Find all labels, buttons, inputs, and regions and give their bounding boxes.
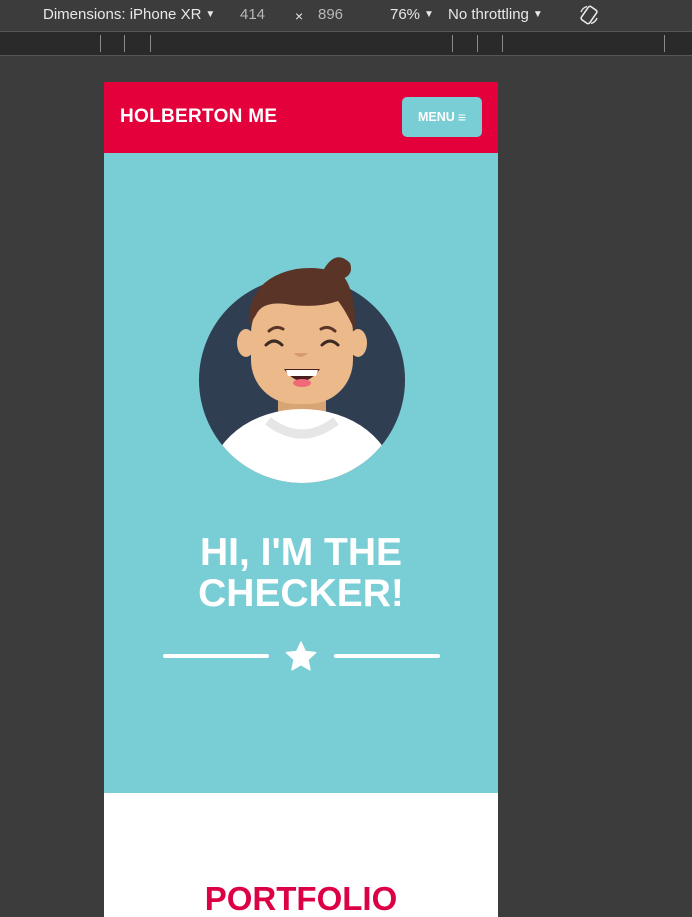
- throttling-value: No throttling: [448, 6, 529, 23]
- menu-label: MENU: [418, 110, 455, 124]
- throttling-select[interactable]: No throttling ▼: [448, 6, 543, 23]
- ruler-tick: [664, 35, 665, 52]
- portfolio-title: PORTFOLIO: [204, 880, 398, 917]
- ruler-tick: [150, 35, 151, 52]
- hero-section: HI, I'M THE CHECKER!: [104, 153, 498, 793]
- device-label: Dimensions: iPhone XR: [43, 6, 202, 23]
- site-header: HOLBERTON ME MENU ≡: [104, 82, 498, 153]
- rotate-icon[interactable]: [578, 4, 600, 26]
- star-icon: [285, 641, 317, 671]
- ruler-tick: [502, 35, 503, 52]
- devtools-toolbar: Dimensions: iPhone XR ▼ 414 × 896 76% ▼ No…: [0, 0, 692, 31]
- ruler-tick: [477, 35, 478, 52]
- ruler-tick: [124, 35, 125, 52]
- site-title[interactable]: HOLBERTON ME: [120, 106, 277, 128]
- device-select[interactable]: Dimensions: iPhone XR ▼: [43, 6, 215, 23]
- times-sign: ×: [295, 8, 304, 24]
- hero-heading-line2: CHECKER!: [198, 572, 404, 615]
- ruler-tick: [100, 35, 101, 52]
- width-input[interactable]: 414: [240, 6, 265, 23]
- zoom-value: 76%: [390, 6, 421, 23]
- hero-heading: HI, I'M THE CHECKER!: [104, 532, 498, 614]
- ruler-tick: [452, 35, 453, 52]
- zoom-select[interactable]: 76% ▼: [390, 6, 434, 23]
- avatar: [199, 257, 405, 483]
- menu-button[interactable]: MENU ≡: [402, 97, 482, 137]
- portfolio-section: PORTFOLIO: [104, 793, 498, 917]
- device-viewport: HOLBERTON ME MENU ≡ HI, I'M THE CHECKER!…: [104, 82, 498, 917]
- chevron-down-icon: ▼: [424, 9, 434, 20]
- hamburger-icon: ≡: [457, 109, 466, 125]
- divider-line-right: [334, 654, 440, 658]
- chevron-down-icon: ▼: [532, 9, 543, 20]
- height-input[interactable]: 896: [318, 6, 343, 23]
- chevron-down-icon: ▼: [205, 9, 216, 20]
- media-query-ruler: [0, 31, 692, 56]
- hero-heading-line1: HI, I'M THE: [199, 531, 403, 574]
- divider-line-left: [163, 654, 269, 658]
